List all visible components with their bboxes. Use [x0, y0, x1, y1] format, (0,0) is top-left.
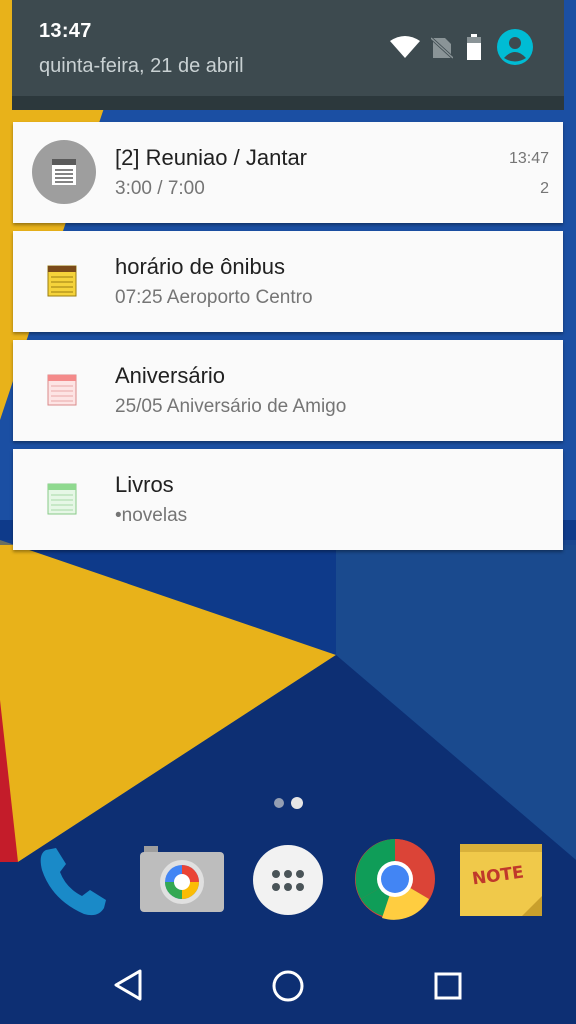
notification-count: 2 [540, 180, 549, 197]
home-button[interactable] [271, 969, 305, 1008]
navigation-bar [0, 938, 576, 1024]
phone-icon[interactable] [36, 842, 114, 925]
account-icon[interactable] [497, 29, 533, 70]
notification-card[interactable]: Livros •novelas [13, 449, 563, 550]
notification-card[interactable]: horário de ônibus 07:25 Aeroporto Centro [13, 231, 563, 332]
status-time: 13:47 [39, 20, 92, 42]
back-button[interactable] [112, 968, 144, 1007]
notepad-pink-icon [46, 373, 78, 412]
notification-text: 25/05 Aniversário de Amigo [115, 396, 347, 417]
battery-icon [466, 34, 482, 65]
notification-title: [2] Reuniao / Jantar [115, 145, 308, 170]
status-date[interactable]: quinta-feira, 21 de abril [39, 55, 244, 78]
note-icon[interactable]: NOTE [460, 844, 544, 923]
notepad-green-icon [46, 482, 78, 521]
notification-title: Livros [115, 472, 174, 497]
app-drawer-icon[interactable] [252, 844, 324, 921]
notification-card[interactable]: [2] Reuniao / Jantar 3:00 / 7:00 13:47 2 [13, 122, 563, 223]
notification-card[interactable]: Aniversário 25/05 Aniversário de Amigo [13, 340, 563, 441]
notification-time: 13:47 [508, 150, 549, 167]
notification-title: horário de ônibus [115, 254, 286, 279]
shade-divider [12, 96, 564, 110]
notification-title: Aniversário [115, 363, 226, 388]
page-indicator [272, 796, 308, 815]
notepad-yellow-icon [46, 264, 78, 303]
notification-text: 07:25 Aeroporto Centro [115, 287, 313, 308]
no-sim-icon [429, 36, 455, 65]
recents-button[interactable] [434, 972, 462, 1005]
camera-icon[interactable] [140, 846, 224, 917]
chrome-icon[interactable] [354, 838, 436, 925]
wifi-icon [390, 36, 420, 65]
notification-text: •novelas [115, 505, 188, 526]
calendar-icon [32, 140, 96, 204]
notification-text: 3:00 / 7:00 [115, 178, 205, 199]
